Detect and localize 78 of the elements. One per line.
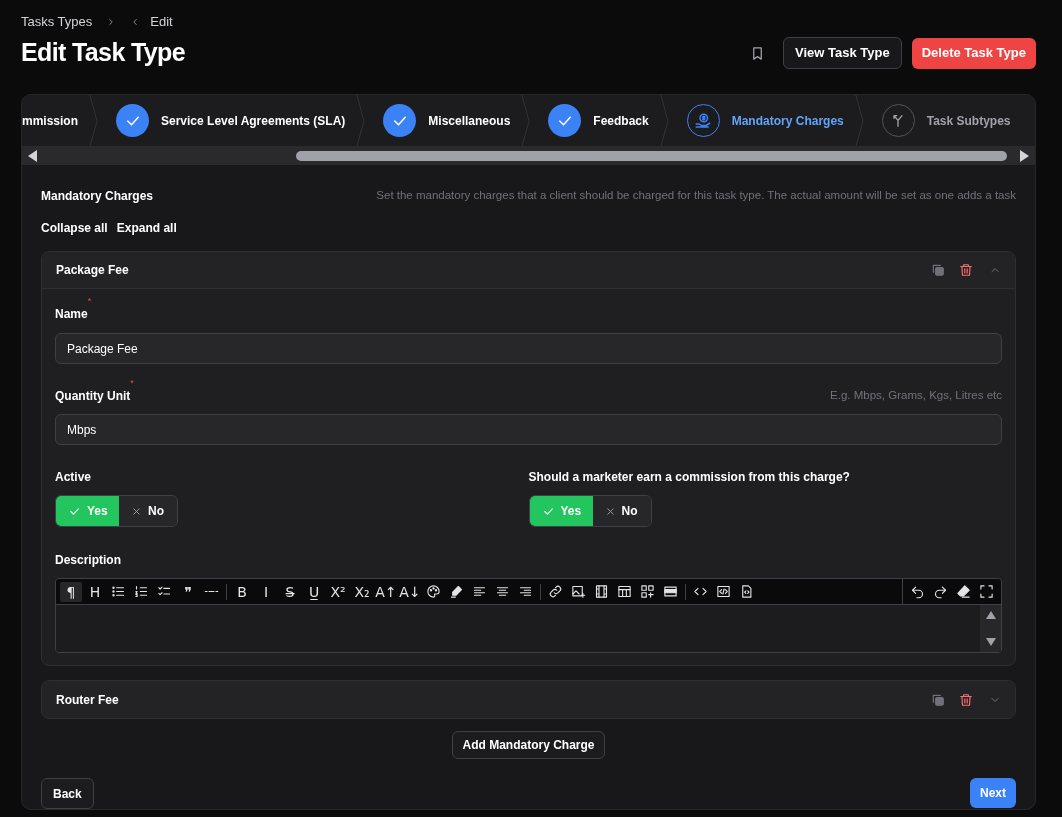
step-divider-icon xyxy=(355,95,366,147)
file-code-icon[interactable] xyxy=(739,584,754,599)
toolbar-button[interactable]: B xyxy=(231,581,253,602)
section-hint: Set the mandatory charges that a client should be charged for this task type. The actual amount will be set as one adds a task xyxy=(376,188,1016,204)
x-icon xyxy=(131,505,142,517)
code-block-icon[interactable] xyxy=(716,584,731,599)
eraser-icon[interactable] xyxy=(956,584,971,599)
next-button[interactable]: Next xyxy=(970,778,1016,808)
align-right-icon[interactable] xyxy=(518,584,533,599)
toolbar-button[interactable]: X² xyxy=(327,581,349,602)
step-divider-icon xyxy=(88,95,98,147)
quantity-unit-input[interactable]: Mbps xyxy=(55,414,1002,445)
toolbar-button[interactable]: S̶ xyxy=(279,581,301,602)
image-icon[interactable] xyxy=(571,584,586,599)
delete-task-type-button[interactable]: Delete Task Type xyxy=(911,37,1036,69)
palette-icon[interactable] xyxy=(426,584,441,599)
toggle-label: Active xyxy=(55,469,93,486)
scrollbar[interactable] xyxy=(22,146,1035,165)
scrollbar[interactable] xyxy=(980,605,1001,652)
toggle-label: Should a marketer earn a commission from this charge? xyxy=(528,469,851,486)
toolbar-button[interactable]: U̲ xyxy=(303,581,325,602)
scroll-right-icon[interactable] xyxy=(1019,149,1029,162)
step-divider-icon xyxy=(520,95,531,147)
table-icon[interactable] xyxy=(617,584,632,599)
coin-hand-icon xyxy=(694,111,713,130)
breadcrumb-link[interactable]: Edit xyxy=(150,12,173,32)
toggle-option[interactable]: No xyxy=(119,496,177,526)
charge-title[interactable]: Package Fee xyxy=(56,261,129,279)
collapse-all-link[interactable]: Collapse all xyxy=(41,219,108,237)
field-label: Quantity Unit xyxy=(55,388,131,405)
film-icon[interactable] xyxy=(594,584,609,599)
fullscreen-icon[interactable] xyxy=(979,584,994,599)
name-input[interactable]: Package Fee xyxy=(55,333,1002,364)
trash-icon[interactable] xyxy=(959,263,973,277)
align-left-icon[interactable] xyxy=(472,584,487,599)
highlighter-icon[interactable] xyxy=(449,584,464,599)
copy-icon[interactable] xyxy=(931,692,945,707)
step-divider-icon xyxy=(853,95,864,147)
scroll-left-icon[interactable] xyxy=(28,149,38,162)
expand-all-link[interactable]: Expand all xyxy=(116,219,177,237)
scroll-down-icon[interactable] xyxy=(985,638,996,646)
add-mandatory-charge-button[interactable]: Add Mandatory Charge xyxy=(452,731,605,759)
trash-icon[interactable] xyxy=(959,692,973,707)
page-title: Edit Task Type xyxy=(21,37,185,69)
step-divider-icon xyxy=(658,95,669,147)
toolbar-button[interactable]: X₂ xyxy=(351,581,373,602)
step-tab[interactable]: Mandatory Charges xyxy=(731,111,844,130)
step-tab[interactable]: mmission xyxy=(22,111,78,130)
toolbar-button[interactable]: H xyxy=(84,581,106,602)
step-tab[interactable]: Service Level Agreements (SLA) xyxy=(161,111,346,130)
grid-icon[interactable] xyxy=(640,584,655,599)
toolbar-button[interactable]: A↓ xyxy=(399,581,421,602)
toolbar-button[interactable]: I xyxy=(255,581,277,602)
step-tab[interactable]: Miscellaneous xyxy=(428,111,511,130)
view-task-type-button[interactable]: View Task Type xyxy=(783,37,902,69)
link-icon[interactable] xyxy=(548,584,563,599)
align-center-icon[interactable] xyxy=(495,584,510,599)
scroll-up-icon[interactable] xyxy=(985,611,996,619)
block-icon[interactable] xyxy=(663,584,678,599)
x-icon xyxy=(604,505,616,517)
field-label: Description xyxy=(55,552,122,569)
bullet-list-icon[interactable] xyxy=(111,584,126,599)
step-tab[interactable]: Task Subtypes xyxy=(926,111,1011,130)
field-hint: E.g. Mbps, Grams, Kgs, Litres etc xyxy=(830,388,1002,403)
step-tab[interactable]: Feedback xyxy=(593,111,649,130)
toolbar-button[interactable]: A↑ xyxy=(375,581,397,602)
toolbar-button[interactable]: ¶ xyxy=(60,581,82,602)
numbered-list-icon[interactable] xyxy=(134,584,149,599)
charge-title[interactable]: Router Fee xyxy=(56,690,119,709)
copy-icon[interactable] xyxy=(931,263,945,277)
toolbar-button[interactable]: ❞ xyxy=(177,581,199,602)
back-button[interactable]: Back xyxy=(41,778,94,809)
field-label: Name xyxy=(55,306,88,323)
redo-icon[interactable] xyxy=(933,584,948,599)
section-title: Mandatory Charges xyxy=(41,188,154,205)
breadcrumb-link[interactable]: Tasks Types xyxy=(21,12,93,32)
toggle-option[interactable]: No xyxy=(592,496,651,526)
undo-icon[interactable] xyxy=(910,584,925,599)
